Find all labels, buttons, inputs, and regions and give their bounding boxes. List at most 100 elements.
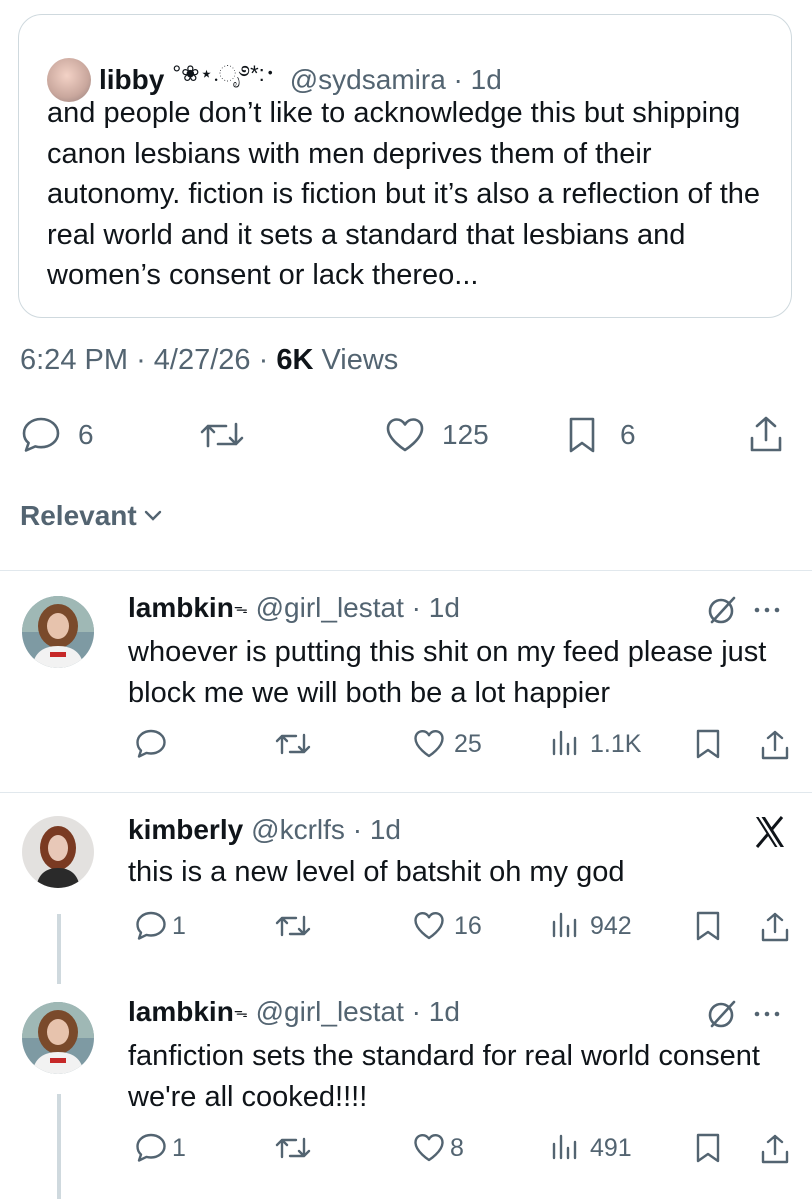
- reply-text: this is a new level of batshit oh my god: [128, 856, 625, 888]
- views-label: Views: [321, 344, 399, 376]
- views-button[interactable]: 491: [550, 1132, 632, 1164]
- reply-button[interactable]: 6: [20, 416, 94, 454]
- like-count: 25: [454, 729, 482, 758]
- views-button[interactable]: 942: [550, 910, 632, 942]
- more-icon[interactable]: [754, 606, 780, 614]
- like-count: 8: [450, 1133, 464, 1162]
- reply-icon: [136, 729, 166, 758]
- reply-icon: [136, 911, 166, 940]
- share-button[interactable]: [760, 1132, 790, 1166]
- reply-top-icons: [706, 998, 780, 1030]
- reply-count: 1: [172, 1133, 186, 1162]
- reply-sort-dropdown[interactable]: Relevant: [20, 500, 163, 532]
- repost-button[interactable]: [274, 910, 312, 942]
- like-count: 16: [454, 911, 482, 940]
- like-count: 125: [442, 419, 489, 450]
- grok-icon[interactable]: [706, 594, 738, 626]
- reply-icon: [136, 1133, 166, 1162]
- reply-tweet[interactable]: kimberly @kcrlfs · 1d this is a new leve…: [0, 794, 812, 984]
- author-name-decoration: ᯓ: [233, 599, 248, 616]
- reply-tweet[interactable]: lambkin ᯓ @girl_lestat · 1d whoever is p…: [0, 572, 812, 790]
- like-button[interactable]: 25: [412, 728, 482, 760]
- author-name[interactable]: kimberly: [128, 814, 243, 846]
- x-logo-icon[interactable]: [752, 814, 788, 850]
- bookmark-icon: [569, 417, 595, 453]
- views-count: 942: [590, 911, 632, 940]
- post-age[interactable]: 1d: [429, 996, 460, 1028]
- repost-icon: [275, 1137, 311, 1159]
- reply-header: kimberly @kcrlfs · 1d: [128, 814, 401, 846]
- reply-action-bar: 1 16 942: [0, 910, 812, 954]
- like-icon: [386, 418, 424, 452]
- views-icon: [552, 1134, 577, 1160]
- thread-line: [57, 914, 61, 984]
- repost-icon: [275, 733, 311, 755]
- repost-button[interactable]: [274, 1132, 312, 1164]
- author-name[interactable]: lambkin: [128, 996, 234, 1028]
- like-icon: [414, 912, 444, 940]
- reply-count: 6: [78, 419, 94, 450]
- chevron-down-icon: [144, 510, 161, 521]
- repost-button[interactable]: [198, 416, 246, 454]
- reply-top-icons: [752, 814, 788, 850]
- quoted-tweet[interactable]: libby °❀⋆.ೃ࿔*:･ @sydsamira · 1d and peop…: [18, 14, 792, 318]
- post-age[interactable]: 1d: [471, 64, 502, 96]
- divider: [0, 792, 812, 793]
- like-button[interactable]: 16: [412, 910, 482, 942]
- reply-action-bar: 1 8 491: [0, 1132, 812, 1176]
- avatar-image: [22, 1002, 94, 1074]
- reply-top-icons: [706, 594, 780, 626]
- avatar-image: [22, 816, 94, 888]
- avatar[interactable]: [22, 816, 94, 888]
- views-count: 491: [590, 1133, 632, 1162]
- author-handle[interactable]: @girl_lestat: [256, 592, 404, 624]
- avatar[interactable]: [22, 1002, 94, 1074]
- grok-icon[interactable]: [706, 998, 738, 1030]
- reply-button[interactable]: 1: [134, 1132, 186, 1164]
- views-icon: [552, 912, 577, 938]
- author-name-decoration: ᯓ: [233, 1003, 248, 1020]
- share-button[interactable]: [760, 910, 790, 944]
- share-icon: [761, 730, 789, 760]
- reply-button[interactable]: 1: [134, 910, 186, 942]
- repost-button[interactable]: [274, 728, 312, 760]
- reply-action-bar: 25 1.1K: [0, 728, 812, 772]
- repost-icon: [275, 915, 311, 937]
- bookmark-button[interactable]: 6: [566, 416, 636, 454]
- views-count: 6K: [276, 344, 314, 376]
- bookmark-button[interactable]: [694, 1132, 722, 1164]
- bookmark-button[interactable]: [694, 728, 722, 760]
- divider: [0, 570, 812, 571]
- bookmark-button[interactable]: [694, 910, 722, 942]
- repost-icon: [200, 422, 244, 448]
- post-meta: 6:24 PM · 4/27/26 · 6K Views: [20, 344, 399, 376]
- reply-header: lambkin ᯓ @girl_lestat · 1d: [128, 592, 460, 624]
- share-button[interactable]: [760, 728, 790, 762]
- like-button[interactable]: 125: [384, 416, 489, 454]
- post-age[interactable]: 1d: [429, 592, 460, 624]
- author-handle[interactable]: @sydsamira: [290, 64, 446, 96]
- author-name[interactable]: lambkin: [128, 592, 234, 624]
- post-action-bar: 6 125 6: [0, 410, 812, 460]
- author-name[interactable]: libby: [99, 64, 164, 96]
- avatar[interactable]: [22, 596, 94, 668]
- like-button[interactable]: 8: [412, 1132, 464, 1164]
- author-handle[interactable]: @girl_lestat: [256, 996, 404, 1028]
- author-handle[interactable]: @kcrlfs: [251, 814, 345, 846]
- reply-text: whoever is putting this shit on my feed …: [128, 636, 767, 709]
- reply-tweet[interactable]: lambkin ᯓ @girl_lestat · 1d fanfiction s…: [0, 984, 812, 1199]
- share-icon: [750, 416, 782, 452]
- like-icon: [414, 730, 444, 758]
- share-button[interactable]: [748, 414, 784, 454]
- bookmark-icon: [696, 911, 720, 941]
- reply-icon: [22, 417, 60, 452]
- post-time: 6:24 PM: [20, 344, 128, 376]
- views-count: 1.1K: [590, 729, 642, 758]
- separator-dot: ·: [445, 64, 471, 95]
- reply-button[interactable]: [134, 728, 168, 760]
- more-icon[interactable]: [754, 1010, 780, 1018]
- views-button[interactable]: 1.1K: [550, 728, 641, 760]
- avatar-image: [22, 596, 94, 668]
- post-age[interactable]: 1d: [370, 814, 401, 846]
- reply-count: 1: [172, 911, 186, 940]
